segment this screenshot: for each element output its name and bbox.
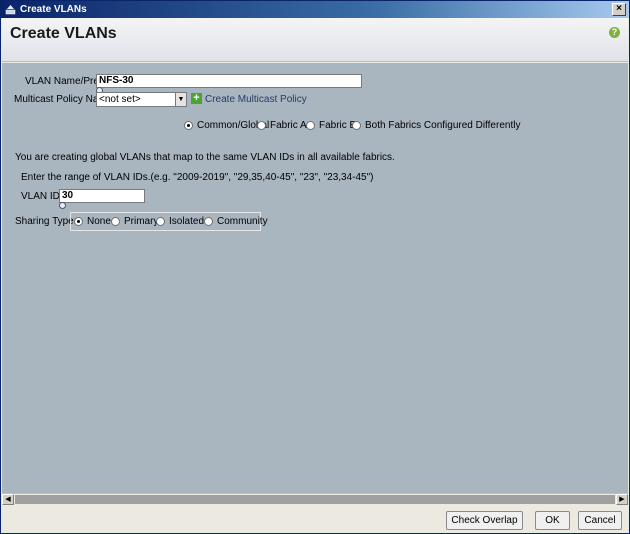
radio-label: Primary bbox=[124, 216, 159, 227]
radio-dot bbox=[184, 121, 193, 130]
radio-label: Fabric B bbox=[319, 120, 357, 131]
sharing-type-label: Sharing Type: bbox=[15, 216, 77, 227]
info-text: You are creating global VLANs that map t… bbox=[15, 152, 395, 163]
chevron-down-icon[interactable]: ▼ bbox=[175, 92, 187, 107]
cancel-button[interactable]: Cancel bbox=[578, 511, 622, 530]
radio-dot bbox=[74, 217, 83, 226]
page-title: Create VLANs bbox=[10, 25, 117, 42]
radio-dot bbox=[156, 217, 165, 226]
radio-dot bbox=[257, 121, 266, 130]
horizontal-scrollbar[interactable]: ◀ ▶ bbox=[2, 493, 628, 505]
radio-dot bbox=[352, 121, 361, 130]
radio-label: Fabric A bbox=[270, 120, 307, 131]
radio-label: Both Fabrics Configured Differently bbox=[365, 120, 521, 131]
radio-both-fabrics[interactable]: Both Fabrics Configured Differently bbox=[352, 120, 520, 131]
range-hint: Enter the range of VLAN IDs.(e.g. "2009-… bbox=[21, 172, 374, 183]
sharing-type-group: None Primary Isolated Community bbox=[70, 212, 268, 231]
plus-icon[interactable]: + bbox=[191, 93, 202, 104]
radio-isolated[interactable]: Isolated bbox=[156, 216, 204, 227]
ok-button[interactable]: OK bbox=[535, 511, 570, 530]
radio-dot bbox=[111, 217, 120, 226]
help-icon[interactable]: ? bbox=[609, 27, 620, 38]
create-multicast-policy-link[interactable]: Create Multicast Policy bbox=[205, 94, 307, 105]
vlan-name-input[interactable]: NFS-30 bbox=[96, 74, 362, 88]
create-vlans-window: Create VLANs × Create VLANs ? VLAN Name/… bbox=[0, 0, 630, 534]
form-panel: VLAN Name/Prefix: NFS-30 Multicast Polic… bbox=[2, 63, 628, 493]
window-title: Create VLANs bbox=[20, 4, 87, 15]
radio-fabric-b[interactable]: Fabric B bbox=[306, 120, 356, 131]
button-bar: Check Overlap OK Cancel bbox=[2, 506, 628, 533]
radio-primary[interactable]: Primary bbox=[111, 216, 158, 227]
scroll-left-icon[interactable]: ◀ bbox=[2, 494, 14, 505]
dialog-header: Create VLANs ? bbox=[2, 18, 628, 62]
check-overlap-button[interactable]: Check Overlap bbox=[446, 511, 523, 530]
radio-label: None bbox=[87, 216, 111, 227]
radio-label: Community bbox=[217, 216, 268, 227]
scroll-right-icon[interactable]: ▶ bbox=[616, 494, 628, 505]
radio-fabric-a[interactable]: Fabric A bbox=[257, 120, 307, 131]
radio-dot bbox=[204, 217, 213, 226]
scroll-track[interactable] bbox=[15, 495, 615, 504]
vlan-ids-input[interactable]: 30 bbox=[59, 189, 145, 203]
radio-label: Isolated bbox=[169, 216, 205, 227]
multicast-select[interactable]: <not set> bbox=[96, 92, 176, 107]
title-bar: Create VLANs × bbox=[1, 1, 629, 18]
vlan-app-icon bbox=[5, 5, 16, 15]
radio-community[interactable]: Community bbox=[204, 216, 268, 227]
close-button[interactable]: × bbox=[612, 3, 626, 16]
info-icon bbox=[59, 202, 66, 209]
radio-none[interactable]: None bbox=[74, 216, 111, 227]
radio-dot bbox=[306, 121, 315, 130]
